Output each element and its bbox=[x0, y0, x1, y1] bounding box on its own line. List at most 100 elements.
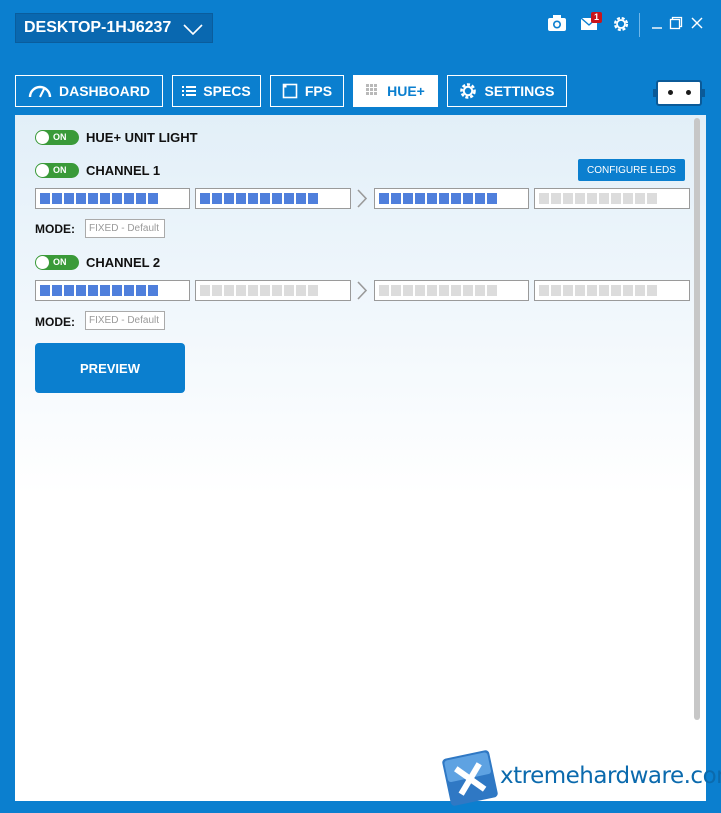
led-segment bbox=[587, 285, 597, 296]
tab-label: DASHBOARD bbox=[59, 83, 150, 99]
hue-panel bbox=[15, 115, 706, 801]
led-segment bbox=[236, 285, 246, 296]
led-segment bbox=[403, 193, 413, 204]
led-segment bbox=[148, 193, 158, 204]
led-segment bbox=[40, 193, 50, 204]
tab-specs[interactable]: SPECS bbox=[172, 75, 261, 107]
unit-light-toggle[interactable]: ON bbox=[35, 130, 79, 145]
led-segment bbox=[224, 193, 234, 204]
led-segment bbox=[88, 285, 98, 296]
led-segment bbox=[487, 285, 497, 296]
close-icon[interactable] bbox=[690, 16, 704, 35]
led-segment bbox=[64, 193, 74, 204]
led-segment bbox=[124, 193, 134, 204]
led-segment bbox=[563, 285, 573, 296]
led-segment bbox=[635, 285, 645, 296]
led-segment bbox=[563, 193, 573, 204]
led-segment bbox=[112, 285, 122, 296]
led-segment bbox=[635, 193, 645, 204]
led-segment bbox=[451, 193, 461, 204]
tab-hue-plus[interactable]: HUE+ bbox=[353, 75, 438, 107]
led-segment bbox=[296, 193, 306, 204]
led-segment bbox=[611, 285, 621, 296]
tab-settings[interactable]: SETTINGS bbox=[447, 75, 567, 107]
device-selector[interactable]: DESKTOP-1HJ6237 bbox=[15, 13, 213, 43]
led-segment bbox=[391, 193, 401, 204]
led-segment bbox=[136, 285, 146, 296]
led-segment bbox=[487, 193, 497, 204]
led-strip[interactable] bbox=[195, 280, 351, 301]
channel2-mode-select[interactable]: FIXED - Default bbox=[85, 311, 165, 330]
gear-icon bbox=[460, 83, 477, 99]
speedometer-icon bbox=[28, 85, 52, 98]
led-segment bbox=[212, 193, 222, 204]
led-segment bbox=[379, 285, 389, 296]
hue-device-icon bbox=[653, 80, 705, 106]
led-strip[interactable] bbox=[35, 188, 190, 209]
channel2-toggle[interactable]: ON bbox=[35, 255, 79, 270]
tab-label: SPECS bbox=[203, 83, 251, 99]
led-segment bbox=[463, 285, 473, 296]
led-segment bbox=[308, 285, 318, 296]
camera-icon[interactable] bbox=[547, 14, 567, 37]
minimize-icon[interactable] bbox=[651, 16, 663, 35]
title-bar: DESKTOP-1HJ6237 1 bbox=[0, 0, 721, 60]
led-strip[interactable] bbox=[35, 280, 190, 301]
mail-icon[interactable]: 1 bbox=[580, 12, 603, 37]
led-segment bbox=[415, 193, 425, 204]
watermark-logo-icon bbox=[442, 750, 498, 806]
led-segment bbox=[296, 285, 306, 296]
square-icon bbox=[282, 83, 298, 99]
led-strip[interactable] bbox=[374, 280, 529, 301]
led-segment bbox=[76, 285, 86, 296]
chevron-right-icon bbox=[356, 188, 368, 214]
led-segment bbox=[136, 193, 146, 204]
led-segment bbox=[248, 285, 258, 296]
led-strip[interactable] bbox=[534, 280, 690, 301]
led-segment bbox=[599, 285, 609, 296]
tab-label: FPS bbox=[304, 83, 333, 99]
scrollbar[interactable] bbox=[694, 118, 700, 720]
led-segment bbox=[284, 193, 294, 204]
configure-leds-button[interactable]: CONFIGURE LEDS bbox=[578, 159, 685, 181]
list-icon bbox=[182, 86, 197, 96]
led-segment bbox=[272, 193, 282, 204]
tab-label: HUE+ bbox=[387, 83, 425, 99]
led-segment bbox=[260, 285, 270, 296]
led-segment bbox=[308, 193, 318, 204]
led-segment bbox=[100, 285, 110, 296]
led-strip[interactable] bbox=[195, 188, 351, 209]
tab-label: SETTINGS bbox=[484, 83, 555, 99]
led-strip[interactable] bbox=[534, 188, 690, 209]
tab-fps[interactable]: FPS bbox=[270, 75, 344, 107]
led-segment bbox=[451, 285, 461, 296]
led-segment bbox=[260, 193, 270, 204]
restore-icon[interactable] bbox=[669, 16, 683, 35]
led-segment bbox=[439, 285, 449, 296]
grid-icon bbox=[366, 84, 378, 95]
tab-dashboard[interactable]: DASHBOARD bbox=[15, 75, 163, 107]
led-segment bbox=[112, 193, 122, 204]
watermark: xtremehardware.com bbox=[438, 748, 721, 808]
led-segment bbox=[52, 193, 62, 204]
channel1-mode-label: MODE: bbox=[35, 222, 75, 236]
led-segment bbox=[587, 193, 597, 204]
led-segment bbox=[647, 193, 657, 204]
led-segment bbox=[248, 193, 258, 204]
led-segment bbox=[284, 285, 294, 296]
led-segment bbox=[403, 285, 413, 296]
led-segment bbox=[200, 285, 210, 296]
led-segment bbox=[599, 193, 609, 204]
gear-icon[interactable] bbox=[612, 15, 630, 38]
led-strip[interactable] bbox=[374, 188, 529, 209]
led-segment bbox=[575, 193, 585, 204]
led-segment bbox=[272, 285, 282, 296]
led-segment bbox=[379, 193, 389, 204]
led-segment bbox=[475, 193, 485, 204]
title-separator bbox=[639, 13, 640, 37]
channel1-toggle[interactable]: ON bbox=[35, 163, 79, 178]
channel2-mode-label: MODE: bbox=[35, 315, 75, 329]
channel1-mode-select[interactable]: FIXED - Default bbox=[85, 219, 165, 238]
led-segment bbox=[475, 285, 485, 296]
preview-button[interactable]: PREVIEW bbox=[35, 343, 185, 393]
